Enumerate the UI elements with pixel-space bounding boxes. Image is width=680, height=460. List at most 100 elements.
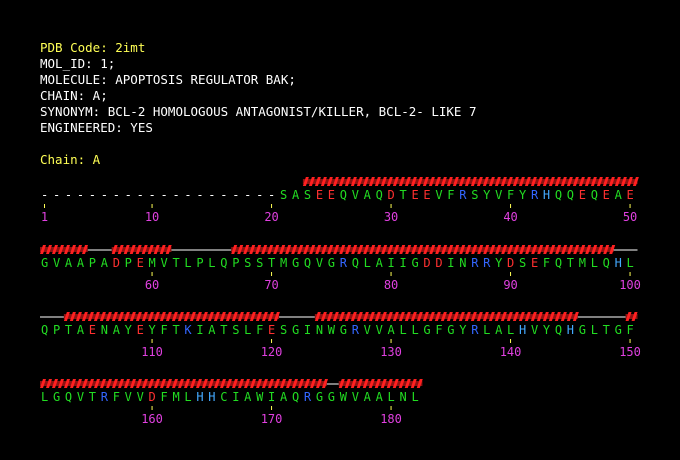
residue-letter: A	[388, 323, 396, 337]
residue-letter: K	[184, 323, 192, 337]
residue-letter: T	[567, 256, 574, 270]
residue-letter: E	[531, 256, 538, 270]
residue-letter: R	[101, 390, 109, 404]
sequence-row: GVAAPADPEMVTLPLQPSSTMGQVGRQLAIIGDDINRRYD…	[40, 245, 641, 292]
residue-letter: A	[77, 256, 85, 270]
residue-letter: L	[591, 323, 598, 337]
position-number: 70	[264, 278, 278, 292]
residue-letter: R	[459, 188, 467, 202]
residue-letter: R	[352, 323, 360, 337]
residue-letter: A	[376, 390, 384, 404]
residue-letter: M	[172, 390, 179, 404]
residue-letter: H	[519, 323, 526, 337]
residue-letter: -	[101, 188, 108, 202]
position-number: 80	[384, 278, 398, 292]
residue-letter: Q	[555, 256, 562, 270]
residue-letter: F	[447, 188, 454, 202]
position-number: 60	[145, 278, 159, 292]
residue-letter: A	[65, 256, 73, 270]
residue-letter: S	[244, 256, 251, 270]
position-number: 30	[384, 210, 398, 224]
residue-letter: V	[77, 390, 84, 404]
residue-letter: L	[244, 323, 251, 337]
residue-letter: P	[89, 256, 96, 270]
position-number: 140	[500, 345, 522, 359]
residue-letter: Y	[459, 323, 467, 337]
residue-letter: D	[388, 188, 395, 202]
residue-letter: -	[196, 188, 203, 202]
residue-letter: A	[77, 323, 85, 337]
residue-letter: E	[579, 188, 586, 202]
residue-letter: L	[400, 323, 407, 337]
residue-letter: A	[208, 323, 216, 337]
residue-letter: Q	[220, 256, 227, 270]
residue-letter: A	[364, 188, 372, 202]
residue-letter: V	[137, 390, 144, 404]
residue-letter: -	[220, 188, 227, 202]
residue-letter: L	[41, 390, 48, 404]
residue-letter: E	[603, 188, 610, 202]
residue-letter: G	[292, 256, 299, 270]
residue-letter: V	[352, 188, 359, 202]
residue-letter: V	[125, 390, 132, 404]
sequence-row: QPTAENAYEYFTKIATSLFESGINWGRVVALLGFGYRLAL…	[40, 312, 641, 359]
residue-letter: Q	[352, 256, 359, 270]
residue-letter: G	[579, 323, 586, 337]
residue-letter: Y	[495, 256, 503, 270]
residue-letter: V	[352, 390, 359, 404]
residue-letter: Q	[603, 256, 610, 270]
helix-segment	[302, 177, 639, 186]
residue-letter: E	[137, 323, 144, 337]
residue-letter: S	[280, 188, 287, 202]
position-number: 110	[141, 345, 163, 359]
residue-letter: F	[256, 323, 263, 337]
residue-letter: N	[316, 323, 323, 337]
residue-letter: -	[256, 188, 263, 202]
residue-letter: S	[256, 256, 263, 270]
position-number: 120	[261, 345, 283, 359]
residue-letter: H	[567, 323, 574, 337]
residue-letter: Q	[41, 323, 48, 337]
residue-letter: S	[232, 323, 239, 337]
residue-letter: F	[113, 390, 120, 404]
residue-letter: D	[149, 390, 156, 404]
position-number: 160	[141, 412, 163, 426]
residue-letter: D	[507, 256, 514, 270]
residue-letter: V	[531, 323, 538, 337]
residue-letter: C	[220, 390, 227, 404]
residue-letter: R	[531, 188, 539, 202]
residue-letter: N	[400, 390, 407, 404]
residue-letter: S	[280, 323, 287, 337]
residue-letter: E	[627, 188, 634, 202]
residue-letter: D	[113, 256, 120, 270]
residue-letter: T	[172, 323, 179, 337]
residue-letter: P	[125, 256, 132, 270]
residue-letter: W	[256, 390, 264, 404]
residue-letter: -	[89, 188, 96, 202]
residue-letter: -	[125, 188, 132, 202]
residue-letter: T	[89, 390, 96, 404]
residue-letter: Q	[555, 188, 562, 202]
residue-letter: V	[495, 188, 502, 202]
residue-letter: G	[447, 323, 454, 337]
residue-letter: T	[172, 256, 179, 270]
residue-letter: -	[172, 188, 179, 202]
position-number: 150	[619, 345, 641, 359]
residue-letter: G	[615, 323, 622, 337]
position-number: 170	[261, 412, 283, 426]
residue-letter: V	[316, 256, 323, 270]
helix-segment	[338, 379, 423, 388]
residue-letter: D	[435, 256, 442, 270]
residue-letter: N	[459, 256, 466, 270]
residue-letter: Q	[292, 390, 299, 404]
residue-letter: V	[161, 256, 168, 270]
sequence-viewer: --------------------SASEEQVAQDTEEVFRSYVF…	[40, 177, 641, 426]
residue-letter: D	[423, 256, 430, 270]
residue-letter: E	[411, 188, 418, 202]
residue-letter: G	[328, 390, 335, 404]
residue-letter: F	[543, 256, 550, 270]
residue-letter: E	[137, 256, 144, 270]
residue-letter: -	[77, 188, 84, 202]
residue-letter: P	[196, 256, 203, 270]
residue-letter: A	[376, 256, 384, 270]
